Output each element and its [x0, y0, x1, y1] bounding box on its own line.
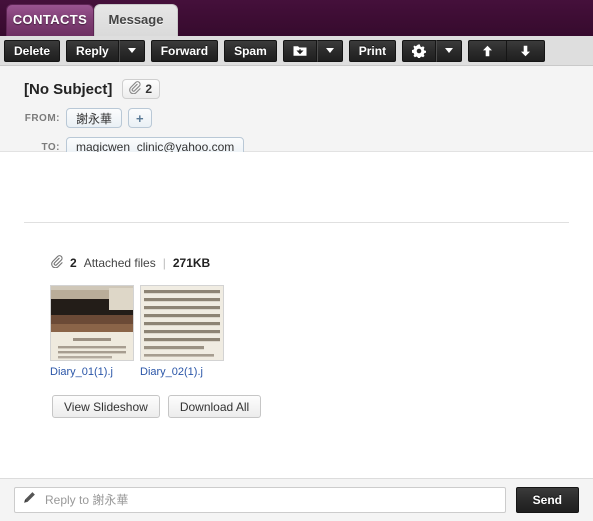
send-button[interactable]: Send [515, 487, 579, 513]
paperclip-icon [128, 81, 141, 97]
attachments-total-size: 271KB [172, 256, 211, 270]
forward-button[interactable]: Forward [150, 39, 219, 62]
attachments-summary: 2 Attached files | 271KB [50, 255, 593, 271]
spam-button[interactable]: Spam [224, 39, 277, 62]
gear-icon [412, 44, 427, 58]
message-toolbar: Delete Reply Forward Spam Print [0, 36, 593, 66]
reply-button[interactable]: Reply [66, 39, 119, 62]
add-contact-button[interactable]: + [128, 108, 152, 128]
attachment-item: Diary_02(1).j [140, 285, 224, 378]
reply-dropdown-button[interactable] [118, 39, 145, 62]
tab-message[interactable]: Message [94, 4, 178, 36]
settings-dropdown-button[interactable] [436, 39, 463, 62]
delete-button[interactable]: Delete [4, 39, 61, 62]
chevron-down-icon [325, 48, 334, 53]
message-nav-group [468, 39, 546, 62]
tab-bar: CONTACTS Message [0, 0, 593, 36]
from-contact-chip[interactable]: 謝永華 [66, 108, 123, 128]
download-all-button[interactable]: Download All [167, 395, 262, 418]
reply-input[interactable] [43, 487, 497, 513]
reply-bar: Send [0, 478, 593, 521]
move-dropdown-button[interactable] [316, 39, 343, 62]
attachment-count-value: 2 [145, 82, 153, 96]
pencil-icon [23, 491, 36, 509]
attachment-count-badge[interactable]: 2 [122, 79, 161, 99]
move-button-group [282, 39, 343, 62]
attachment-thumbnail-1[interactable] [140, 285, 224, 361]
settings-button[interactable] [402, 39, 437, 62]
message-header: [No Subject] 2 FROM: 謝永華 + TO: magicwen_… [0, 66, 593, 157]
settings-button-group [402, 39, 463, 62]
message-body-text [0, 152, 593, 206]
previous-message-button[interactable] [468, 39, 508, 62]
next-message-button[interactable] [507, 39, 546, 62]
attachment-item: Diary_01(1).j [50, 285, 134, 378]
view-slideshow-button[interactable]: View Slideshow [52, 395, 160, 418]
from-label: FROM: [24, 112, 60, 124]
move-to-folder-button[interactable] [282, 39, 317, 62]
email-message-view: CONTACTS Message Delete Reply Forward Sp… [0, 0, 593, 521]
arrow-down-icon [520, 45, 531, 57]
folder-move-icon [293, 44, 307, 57]
attachment-thumbnail-list: Diary_01(1).j Diary_02(1).j [50, 285, 593, 378]
message-body: 2 Attached files | 271KB Diary_01(1).j D… [0, 152, 593, 470]
paperclip-icon [50, 255, 63, 271]
attachment-actions: View Slideshow Download All [52, 395, 593, 418]
from-row: FROM: 謝永華 + [0, 107, 593, 129]
attachment-filename-1[interactable]: Diary_02(1).j [140, 366, 224, 378]
print-button[interactable]: Print [348, 39, 397, 62]
body-divider [24, 222, 569, 223]
attachments-count: 2 [70, 256, 77, 270]
to-label: TO: [41, 141, 60, 153]
attachments-count-label: Attached files [83, 256, 156, 270]
chevron-down-icon [445, 48, 454, 53]
chevron-down-icon [127, 48, 136, 53]
tab-contacts[interactable]: CONTACTS [6, 4, 94, 36]
subject-row: [No Subject] 2 [0, 78, 593, 100]
attachment-filename-0[interactable]: Diary_01(1).j [50, 366, 134, 378]
arrow-up-icon [482, 45, 493, 57]
page-title: [No Subject] [24, 80, 113, 98]
reply-input-wrapper[interactable] [14, 487, 506, 513]
reply-button-group: Reply [66, 39, 145, 62]
attachments-separator: | [162, 256, 166, 270]
attachment-thumbnail-0[interactable] [50, 285, 134, 361]
